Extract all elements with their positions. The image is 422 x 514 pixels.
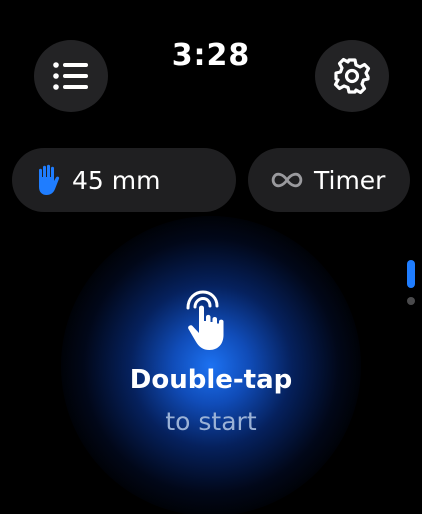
watch-screen: 3:28 45 mm Timer Double-tap to start xyxy=(0,0,422,514)
page-indicator-dot xyxy=(407,297,415,305)
hand-size-option[interactable]: 45 mm xyxy=(12,148,236,212)
hand-icon xyxy=(39,164,60,195)
page-indicator xyxy=(407,260,417,305)
hand-size-label: 45 mm xyxy=(72,165,161,195)
timer-mode-label: Timer xyxy=(314,165,386,195)
infinity-icon xyxy=(271,172,303,188)
hint-subtitle: to start xyxy=(165,407,257,436)
gear-icon xyxy=(333,57,371,95)
settings-button[interactable] xyxy=(315,40,389,112)
page-indicator-active xyxy=(407,260,415,288)
double-tap-hand-icon xyxy=(186,290,224,350)
timer-mode-option[interactable]: Timer xyxy=(248,148,410,212)
hint-title: Double-tap xyxy=(129,365,293,395)
